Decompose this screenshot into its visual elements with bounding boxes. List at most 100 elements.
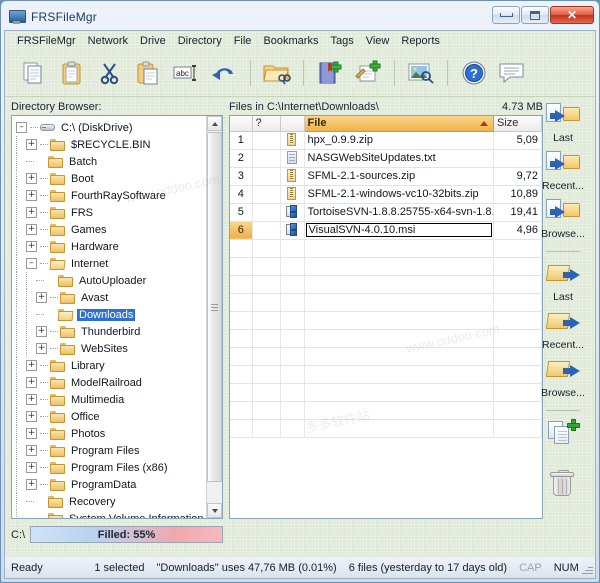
tree-toggle-icon[interactable]: + — [26, 462, 37, 473]
file-list[interactable]: ? File Size 1 hpx_0.9.9.zip 5,09 2 NASGWebSite… — [229, 115, 543, 519]
tree-item[interactable]: Downloads — [16, 306, 206, 323]
tree-item[interactable]: + Multimedia — [16, 391, 206, 408]
tree-toggle-icon[interactable]: – — [26, 258, 37, 269]
tree-item[interactable]: + FourthRaySoftware — [16, 187, 206, 204]
scroll-thumb[interactable] — [207, 132, 222, 482]
tree-item[interactable]: + Program Files (x86) — [16, 459, 206, 476]
menu-tags[interactable]: Tags — [324, 33, 359, 49]
scroll-up-button[interactable] — [207, 116, 222, 131]
tree-item[interactable]: + WebSites — [16, 340, 206, 357]
tree-item[interactable]: + Office — [16, 408, 206, 425]
tree-toggle-icon[interactable]: + — [36, 292, 47, 303]
copy-recent-button[interactable]: Recent... — [536, 308, 590, 351]
column-question[interactable]: ? — [252, 116, 281, 132]
file-row[interactable]: 5 TortoiseSVN-1.8.8.25755-x64-svn-1.8.10.… — [230, 203, 542, 222]
menu-network[interactable]: Network — [82, 33, 134, 49]
tree-toggle-icon[interactable]: + — [26, 360, 37, 371]
resize-grip[interactable] — [582, 561, 593, 575]
rename-abc-icon[interactable]: abc — [167, 55, 205, 91]
tree-item[interactable]: + Photos — [16, 425, 206, 442]
file-row[interactable]: 6 VisualSVN-4.0.10.msi 4,96 — [230, 221, 542, 240]
row-flag[interactable] — [252, 221, 281, 240]
tree-item[interactable]: System Volume Information — [16, 510, 206, 518]
scroll-down-button[interactable] — [207, 503, 222, 518]
row-filename[interactable]: SFML-2.1-sources.zip — [304, 167, 494, 186]
tree-item[interactable]: Recovery — [16, 493, 206, 510]
folder-search-icon[interactable] — [258, 55, 296, 91]
move-recent-button[interactable]: Recent... — [536, 149, 590, 192]
row-flag[interactable] — [252, 131, 281, 150]
tree-toggle-icon[interactable]: + — [26, 241, 37, 252]
row-flag[interactable] — [252, 203, 281, 222]
row-filename[interactable]: NASGWebSiteUpdates.txt — [304, 149, 494, 168]
duplicate-button[interactable] — [536, 419, 590, 450]
row-filename[interactable]: SFML-2.1-windows-vc10-32bits.zip — [304, 185, 494, 204]
menu-frsfilemgr[interactable]: FRSFileMgr — [11, 33, 82, 49]
image-preview-icon[interactable] — [402, 55, 440, 91]
file-row[interactable]: 4 SFML-2.1-windows-vc10-32bits.zip 10,89 — [230, 185, 542, 204]
bookmark-add-icon[interactable] — [311, 55, 349, 91]
menu-drive[interactable]: Drive — [134, 33, 172, 49]
directory-tree[interactable]: – C:\ (DiskDrive) + $RECYCLE.BIN Batch + Boot +… — [11, 115, 223, 519]
undo-arrow-icon[interactable] — [205, 55, 243, 91]
file-row[interactable]: 1 hpx_0.9.9.zip 5,09 — [230, 131, 542, 150]
tree-item[interactable]: + ProgramData — [16, 476, 206, 493]
row-filename[interactable]: VisualSVN-4.0.10.msi — [304, 221, 494, 240]
delete-button[interactable] — [536, 470, 590, 501]
row-filename[interactable]: TortoiseSVN-1.8.8.25755-x64-svn-1.8.10.m… — [304, 203, 494, 222]
clipboard-icon[interactable] — [53, 55, 91, 91]
copy-last-button[interactable]: Last — [536, 260, 590, 303]
column-rownum[interactable] — [230, 116, 253, 132]
tree-item[interactable]: + FRS — [16, 204, 206, 221]
tree-toggle-icon[interactable]: – — [16, 122, 27, 133]
menu-file[interactable]: File — [228, 33, 258, 49]
menu-directory[interactable]: Directory — [172, 33, 228, 49]
tree-item[interactable]: + Games — [16, 221, 206, 238]
copy-icon[interactable] — [15, 55, 53, 91]
row-filename[interactable]: hpx_0.9.9.zip — [304, 131, 494, 150]
help-icon[interactable]: ? — [455, 55, 493, 91]
tree-item[interactable]: + Avast — [16, 289, 206, 306]
menu-view[interactable]: View — [360, 33, 396, 49]
file-row[interactable]: 3 SFML-2.1-sources.zip 9,72 — [230, 167, 542, 186]
tree-toggle-icon[interactable]: + — [26, 411, 37, 422]
paste-icon[interactable] — [129, 55, 167, 91]
tree-item[interactable]: + Boot — [16, 170, 206, 187]
maximize-button[interactable] — [521, 6, 549, 24]
column-icon[interactable] — [280, 116, 305, 132]
move-last-button[interactable]: Last — [536, 101, 590, 144]
row-flag[interactable] — [252, 167, 281, 186]
tree-item[interactable]: + Library — [16, 357, 206, 374]
copy-browse-button[interactable]: Browse... — [536, 356, 590, 399]
tree-toggle-icon[interactable]: + — [26, 428, 37, 439]
menu-reports[interactable]: Reports — [395, 33, 446, 49]
minimize-button[interactable] — [492, 6, 520, 24]
comment-icon[interactable] — [493, 55, 531, 91]
tree-toggle-icon[interactable]: + — [36, 343, 47, 354]
tree-item[interactable]: + Hardware — [16, 238, 206, 255]
move-browse-button[interactable]: Browse... — [536, 197, 590, 240]
tree-item[interactable]: – Internet — [16, 255, 206, 272]
tree-item[interactable]: + Thunderbird — [16, 323, 206, 340]
tree-toggle-icon[interactable]: + — [26, 207, 37, 218]
menu-bookmarks[interactable]: Bookmarks — [257, 33, 324, 49]
tree-item[interactable]: + ModelRailroad — [16, 374, 206, 391]
note-add-icon[interactable] — [349, 55, 387, 91]
tree-item[interactable]: Batch — [16, 153, 206, 170]
close-button[interactable]: ✕ — [550, 6, 594, 24]
tree-toggle-icon[interactable]: + — [26, 139, 37, 150]
row-flag[interactable] — [252, 185, 281, 204]
tree-toggle-icon[interactable]: + — [26, 445, 37, 456]
cut-scissors-icon[interactable] — [91, 55, 129, 91]
tree-item[interactable]: – C:\ (DiskDrive) — [16, 119, 206, 136]
tree-item[interactable]: + Program Files — [16, 442, 206, 459]
tree-toggle-icon[interactable]: + — [26, 224, 37, 235]
tree-toggle-icon[interactable]: + — [26, 190, 37, 201]
column-file[interactable]: File — [304, 116, 494, 132]
tree-toggle-icon[interactable]: + — [26, 394, 37, 405]
tree-item[interactable]: AutoUploader — [16, 272, 206, 289]
tree-scrollbar[interactable] — [206, 116, 222, 518]
tree-toggle-icon[interactable]: + — [36, 326, 47, 337]
tree-toggle-icon[interactable]: + — [26, 479, 37, 490]
tree-toggle-icon[interactable]: + — [26, 377, 37, 388]
